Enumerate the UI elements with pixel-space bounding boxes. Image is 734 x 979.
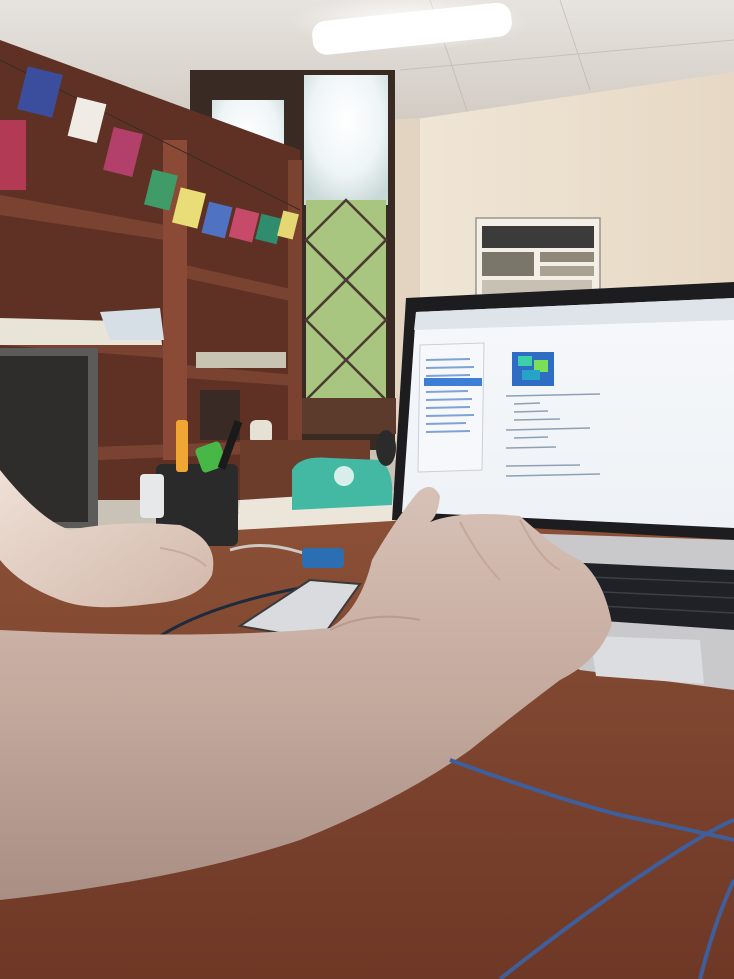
- small-bottle: [140, 474, 164, 518]
- laptop-selected-file: [424, 378, 482, 386]
- window-upper-right-pane: [304, 75, 388, 205]
- window-lower-pane-foliage: [306, 200, 386, 400]
- laptop-trackpad: [590, 636, 704, 684]
- office-photo-scene: [0, 0, 734, 979]
- tape-dispenser: [292, 457, 393, 510]
- usb-drive: [302, 548, 344, 568]
- desk-phone: [376, 430, 396, 466]
- window-sill: [296, 398, 396, 434]
- laptop-heatmap-image: [512, 352, 554, 386]
- shelf-books-small: [196, 352, 286, 368]
- wall-poster: [475, 217, 601, 301]
